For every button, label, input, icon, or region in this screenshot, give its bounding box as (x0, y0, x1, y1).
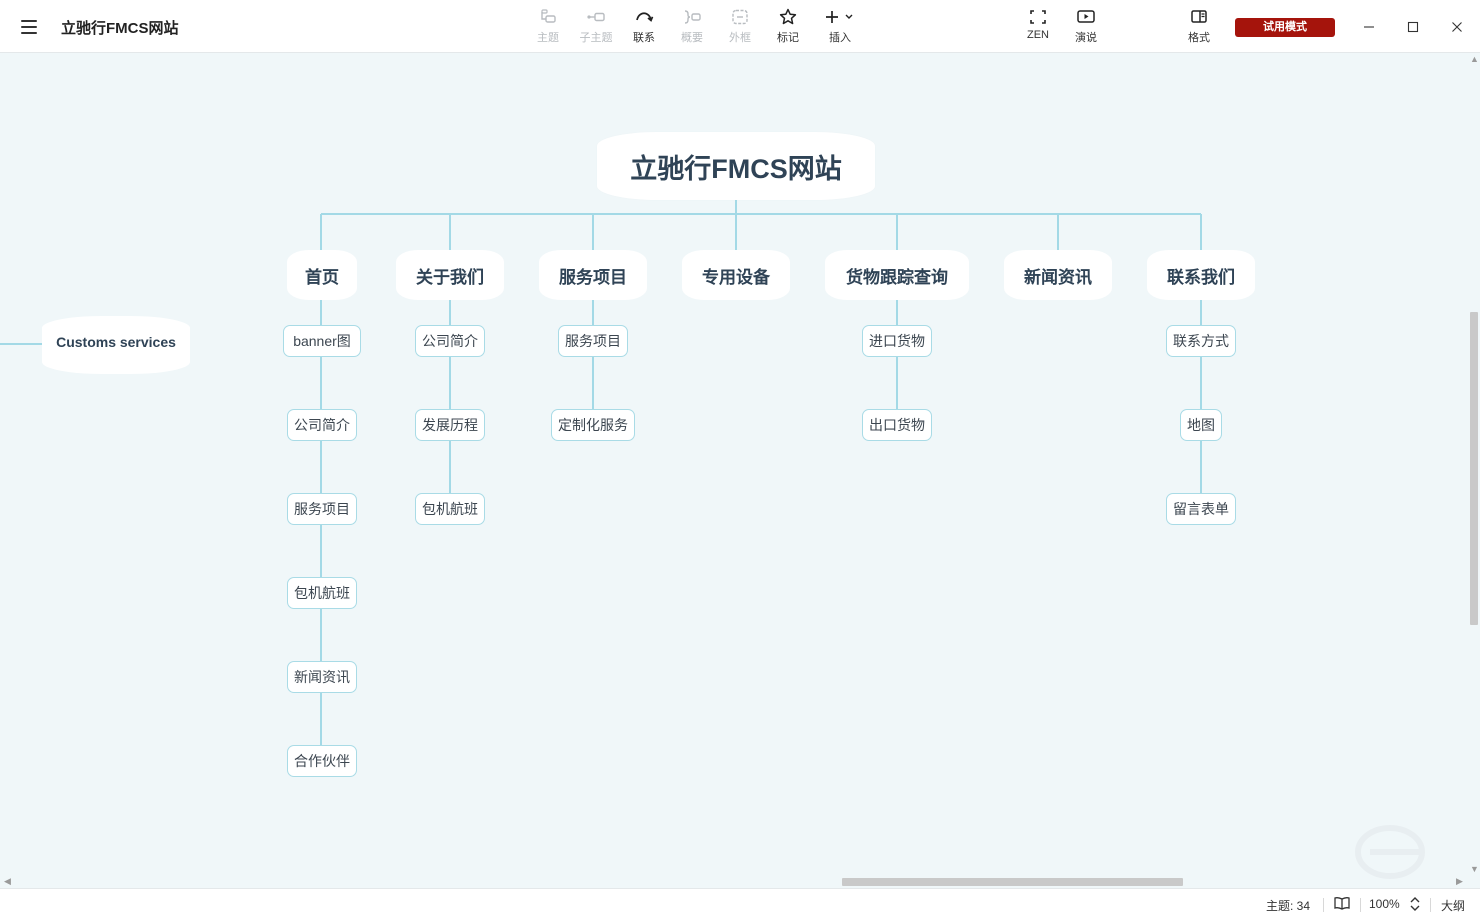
scroll-down-icon[interactable]: ▼ (1470, 864, 1479, 874)
subtopic-company-intro[interactable]: 公司简介 (415, 325, 485, 357)
branch-about-us[interactable]: 关于我们 (396, 250, 504, 300)
zen-button[interactable]: ZEN (1015, 8, 1061, 48)
trial-mode-button[interactable]: 试用模式 (1235, 18, 1335, 37)
summary-icon (682, 8, 702, 26)
subtopic-partners[interactable]: 合作伙伴 (287, 745, 357, 777)
scroll-right-icon[interactable]: ▶ (1456, 876, 1463, 887)
vertical-scroll-thumb[interactable] (1470, 312, 1478, 625)
subtopic-charter-flights[interactable]: 包机航班 (415, 493, 485, 525)
status-divider (1323, 898, 1324, 912)
subtopic-button[interactable]: 子主题 (573, 8, 619, 48)
subtopic-services[interactable]: 服务项目 (287, 493, 357, 525)
summary-button[interactable]: 概要 (669, 8, 715, 48)
status-divider (1360, 898, 1361, 912)
branch-special-equipment[interactable]: 专用设备 (682, 250, 790, 300)
zoom-level: 100% (1369, 897, 1400, 911)
topic-count: 主题: 34 (1266, 899, 1311, 913)
panel-icon (1189, 8, 1209, 26)
subtopic-custom-services[interactable]: 定制化服务 (551, 409, 635, 441)
status-bar: 主题: 34 100% 大纲 (0, 888, 1480, 920)
play-icon (1076, 8, 1096, 26)
scroll-up-icon[interactable]: ▲ (1470, 54, 1479, 64)
horizontal-scroll-thumb[interactable] (842, 878, 1183, 886)
marker-button[interactable]: 标记 (765, 8, 811, 48)
format-button[interactable]: 格式 (1176, 8, 1222, 48)
subtopic-message-form[interactable]: 留言表单 (1166, 493, 1236, 525)
subtopic-contact-info[interactable]: 联系方式 (1166, 325, 1236, 357)
subtopic-banner[interactable]: banner图 (283, 325, 361, 357)
app-title: 立驰行FMCS网站 (61, 20, 179, 37)
subtopic-map[interactable]: 地图 (1180, 409, 1222, 441)
branch-services[interactable]: 服务项目 (539, 250, 647, 300)
book-icon[interactable] (1333, 895, 1351, 914)
subtopic-export-cargo[interactable]: 出口货物 (862, 409, 932, 441)
branch-cargo-tracking[interactable]: 货物跟踪查询 (825, 250, 969, 300)
subtopic-charter-flights[interactable]: 包机航班 (287, 577, 357, 609)
presentation-button[interactable]: 演说 (1063, 8, 1109, 48)
subtopic-import-cargo[interactable]: 进口货物 (862, 325, 932, 357)
maximize-icon[interactable] (1400, 14, 1426, 40)
boundary-button[interactable]: 外框 (717, 8, 763, 48)
scroll-left-icon[interactable]: ◀ (4, 876, 11, 887)
mindmap-canvas[interactable]: 立驰行FMCS网站 首页 关于我们 服务项目 专用设备 货物跟踪查询 新闻资讯 … (0, 54, 1480, 888)
topic-icon (538, 8, 558, 26)
subtopic-news[interactable]: 新闻资讯 (287, 661, 357, 693)
floating-topic[interactable]: Customs services (42, 316, 190, 374)
relationship-button[interactable]: 联系 (621, 8, 667, 48)
toolbar: 立驰行FMCS网站 主题 子主题 联系 概要 外框 标记 插入 ZEN 演说 格… (0, 0, 1480, 53)
fullscreen-icon (1028, 8, 1048, 26)
subtopic-history[interactable]: 发展历程 (415, 409, 485, 441)
insert-button[interactable]: 插入 (817, 8, 863, 48)
branch-home[interactable]: 首页 (287, 250, 357, 300)
close-icon[interactable] (1444, 14, 1470, 40)
branch-news[interactable]: 新闻资讯 (1004, 250, 1112, 300)
topic-button[interactable]: 主题 (525, 8, 571, 48)
subtopic-company-intro[interactable]: 公司简介 (287, 409, 357, 441)
status-divider (1430, 898, 1431, 912)
minimize-icon[interactable] (1356, 14, 1382, 40)
horizontal-scrollbar[interactable]: ◀ ▶ (0, 876, 1468, 888)
subtopic-services[interactable]: 服务项目 (558, 325, 628, 357)
root-topic[interactable]: 立驰行FMCS网站 (597, 132, 875, 200)
relationship-icon (634, 8, 654, 26)
boundary-icon (730, 8, 750, 26)
subtopic-icon (586, 8, 606, 26)
branch-contact-us[interactable]: 联系我们 (1147, 250, 1255, 300)
menu-icon[interactable] (16, 14, 42, 40)
plus-icon (822, 8, 858, 26)
zoom-stepper-icon[interactable] (1409, 895, 1421, 916)
outline-button[interactable]: 大纲 (1441, 897, 1465, 914)
star-icon (778, 8, 798, 26)
vertical-scrollbar[interactable]: ▲ ▼ (1468, 54, 1480, 876)
